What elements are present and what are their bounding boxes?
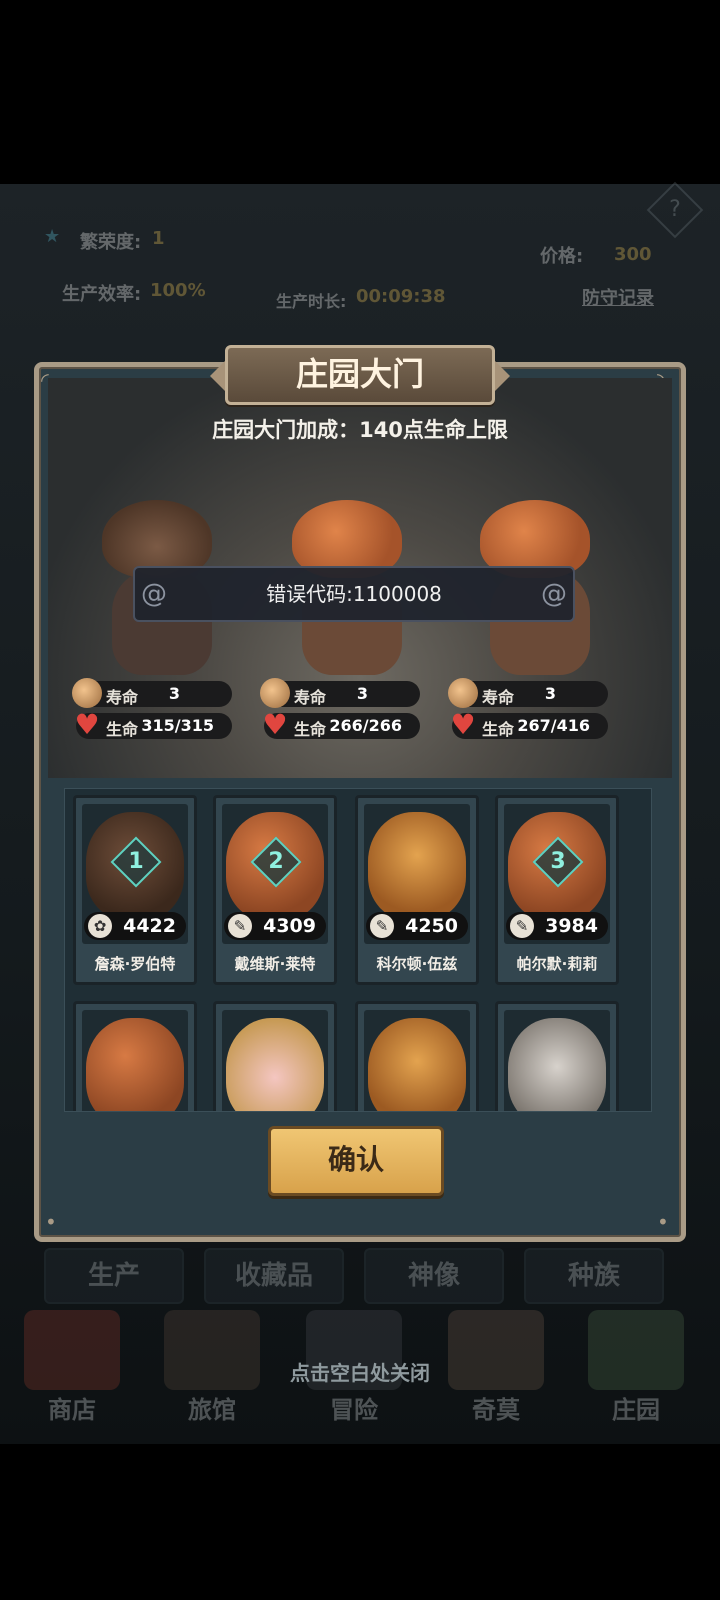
hp-value: 266/266 [329,716,402,735]
lifespan-value: 3 [544,684,556,703]
brush-icon: ✎ [370,914,394,938]
dialog-title: 庄园大门 [225,345,495,405]
hero-card[interactable]: 3 ✎ 3984 帕尔默·莉莉 [495,795,619,985]
brush-icon: ✎ [228,914,252,938]
question-icon: ? [669,197,681,222]
error-toast: @ 错误代码:1100008 @ [133,566,575,622]
hero-name: 詹森·罗伯特 [94,955,176,973]
tab-statues[interactable]: 神像 [364,1248,504,1304]
leaf-icon: ✿ [88,914,112,938]
tab-races[interactable]: 种族 [524,1248,664,1304]
close-hint[interactable]: 点击空白处关闭 [0,1357,720,1386]
swirl-ornament-icon: @ [141,579,167,609]
lifespan-pill: 寿命 3 [448,678,608,708]
rank-number: 3 [550,849,566,874]
nav-shop-label: 商店 [48,1396,96,1424]
tab-collectibles[interactable]: 收藏品 [204,1248,344,1304]
nav-qimo-label: 奇莫 [472,1396,520,1424]
power-value: 4250 [405,915,458,937]
defense-log-link[interactable]: 防守记录 [582,284,654,310]
hp-pill: ♥ 生命 266/266 [262,710,420,740]
power-value: 3984 [545,915,598,937]
prosperity-label: 繁荣度: [80,232,142,253]
hero-name: 戴维斯·莱特 [234,955,316,973]
hero-card[interactable]: 1 ✿ 4422 詹森·罗伯特 [73,795,197,985]
hp-label: 生命 [106,720,139,739]
hero-portrait [504,1010,610,1111]
swirl-ornament-icon: @ [541,579,567,609]
hp-label: 生命 [294,720,327,739]
hp-pill: ♥ 生命 315/315 [74,710,232,740]
power-value: 4309 [263,915,316,937]
hp-value: 267/416 [517,716,590,735]
blonde-portrait [226,1018,324,1111]
lifespan-label: 寿命 [106,688,139,707]
lifespan-pill: 寿命 3 [72,678,232,708]
skull-portrait [508,1018,606,1111]
production-time-value: 00:09:38 [356,286,446,307]
hero-portrait [82,1010,188,1111]
brush-icon: ✎ [510,914,534,938]
hero-name: 科尔顿·伍兹 [376,955,458,973]
power-pill: ✎ 4309 [224,912,326,940]
lifespan-icon [72,678,102,708]
heart-icon: ♥ [262,708,288,741]
heart-icon: ♥ [74,708,100,741]
lifespan-pill: 寿命 3 [260,678,420,708]
hero-card[interactable] [213,1001,337,1111]
rank-number: 2 [268,849,284,874]
rank-number: 1 [128,849,144,874]
hero-name: 帕尔默·莉莉 [516,955,598,973]
tiger-portrait [368,1018,466,1111]
power-value: 4422 [123,915,176,937]
nav-adventure-label: 冒险 [330,1396,378,1424]
lifespan-value: 3 [168,684,180,703]
efficiency-value: 100% [150,280,206,301]
error-message: 错误代码:1100008 [266,582,442,606]
hero-portrait [364,1010,470,1111]
price-value: 300 [614,244,652,265]
prosperity-value: 1 [152,228,165,249]
hero-card[interactable] [355,1001,479,1111]
lifespan-icon [448,678,478,708]
lifespan-label: 寿命 [294,688,327,707]
star-icon: ★ [44,226,61,247]
lifespan-icon [260,678,290,708]
production-time-label: 生产时长: [276,292,347,311]
hero-card[interactable] [73,1001,197,1111]
hp-value: 315/315 [141,716,214,735]
hero-card[interactable]: 2 ✎ 4309 戴维斯·莱特 [213,795,337,985]
nav-inn-label: 旅馆 [188,1396,236,1424]
hero-portrait [222,1010,328,1111]
pumpkin-portrait [86,1018,184,1111]
price-label: 价格: [540,246,584,267]
hp-pill: ♥ 生命 267/416 [450,710,608,740]
hero-card[interactable] [495,1001,619,1111]
hero-roster-grid[interactable]: 1 ✿ 4422 詹森·罗伯特 2 ✎ 4309 戴维斯·莱特 ✎ 4250 科尔顿·… [64,788,652,1112]
hp-label: 生命 [482,720,515,739]
corner-rivet: • [45,1210,57,1234]
tab-production[interactable]: 生产 [44,1248,184,1304]
heart-icon: ♥ [450,708,476,741]
nav-manor-label: 庄园 [612,1396,660,1424]
gate-bonus-text: 庄园大门加成：140点生命上限 [212,418,508,442]
confirm-button[interactable]: 确认 [268,1126,444,1196]
hero-card[interactable]: ✎ 4250 科尔顿·伍兹 [355,795,479,985]
lifespan-label: 寿命 [482,688,515,707]
power-pill: ✿ 4422 [84,912,186,940]
power-pill: ✎ 3984 [506,912,608,940]
efficiency-label: 生产效率: [62,284,142,305]
lifespan-value: 3 [356,684,368,703]
power-pill: ✎ 4250 [366,912,468,940]
tiger-portrait [368,812,466,920]
corner-rivet: • [657,1210,669,1234]
